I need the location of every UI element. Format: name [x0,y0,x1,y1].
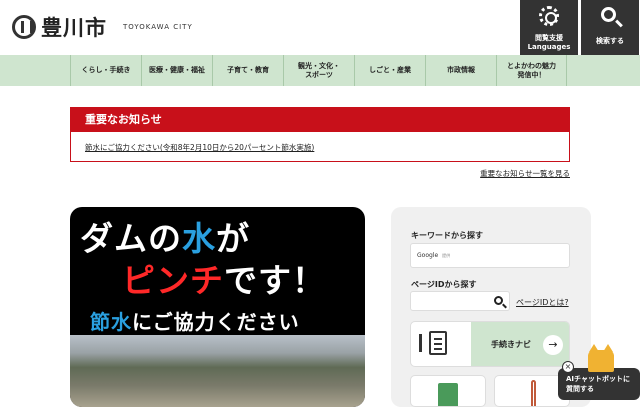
dam-reservoir-photo [70,335,365,407]
quick-link-card-book[interactable] [410,375,486,407]
notice-link-water-saving[interactable]: 節水にご協力ください(令和8年2月10日から20パーセント節水実施) [85,142,314,153]
pen-icon [419,334,422,352]
languages-button[interactable]: 閲覧支援 Languages [520,0,578,55]
keyword-search-label: キーワードから探す [411,231,483,240]
keyword-search-input[interactable]: Google 提供 [410,243,570,268]
google-provided: 提供 [442,253,451,258]
banner-text-setsusui: 節水 [90,310,132,334]
nav-item-business[interactable]: しごと・産業 [354,55,425,86]
banner-text-desu: です！ [224,261,326,300]
close-icon[interactable]: × [562,361,574,373]
book-icon [438,383,458,406]
nav-item-city-info[interactable]: 市政情報 [425,55,496,86]
banner-text-dam: ダムの [80,219,182,258]
important-notice-box: 重要なお知らせ 節水にご協力ください(令和8年2月10日から20パーセント節水実… [70,107,570,162]
notice-list-link[interactable]: 重要なお知らせ一覧を見る [480,168,570,179]
banner-text-pinch: ピンチ [122,261,224,300]
nav-item-health[interactable]: 医療・健康・福祉 [141,55,212,86]
city-emblem-icon[interactable] [12,15,36,39]
languages-label-jp: 閲覧支援 [535,34,563,42]
nav-item-tourism[interactable]: 観光・文化・ スポーツ [283,55,354,86]
search-icon[interactable] [494,296,503,305]
chatbot-label-line2: 質問する [566,385,594,393]
search-icon [601,7,616,22]
nav-item-attractions[interactable]: とよかわの魅力 発信中！ [496,55,567,86]
site-header: 豊川市 TOYOKAWA CITY 閲覧支援 Languages 検索する [0,0,640,55]
chatbot-label-line1: AIチャットボットに [566,375,630,383]
global-nav: くらし・手続き 医療・健康・福祉 子育て・教育 観光・文化・ スポーツ しごと・… [0,55,640,86]
page-id-search-label: ページIDから探す [411,280,477,289]
cat-mascot-icon[interactable] [588,344,614,372]
banner-text-cooperation: にご協力ください [132,310,300,334]
page-id-input[interactable] [410,291,510,311]
page-id-help-link[interactable]: ページIDとは? [516,297,569,308]
procedure-navi-card[interactable]: 手続きナビ → [410,321,570,367]
ai-chatbot-button[interactable]: AIチャットボットに 質問する [558,368,640,400]
search-button[interactable]: 検索する [581,0,639,55]
procedure-navi-label: 手続きナビ [491,340,531,349]
google-placeholder: Google [417,252,439,259]
nav-item-living[interactable]: くらし・手続き [70,55,141,86]
document-icon [429,331,447,355]
arrow-right-icon: → [543,335,563,355]
languages-label-en: Languages [527,43,571,51]
water-shortage-banner[interactable]: ダムの水が ピンチです！ 節水にご協力ください [70,207,365,407]
site-logo-text[interactable]: 豊川市 [41,12,107,42]
gear-icon [539,6,559,26]
notice-title: 重要なお知らせ [71,108,569,132]
banner-text-ga: が [216,219,250,258]
banner-text-water: 水 [182,219,216,258]
site-logo-english: TOYOKAWA CITY [123,23,193,31]
search-button-label: 検索する [596,37,624,45]
thermometer-icon [531,380,536,406]
nav-item-childcare[interactable]: 子育て・教育 [212,55,283,86]
